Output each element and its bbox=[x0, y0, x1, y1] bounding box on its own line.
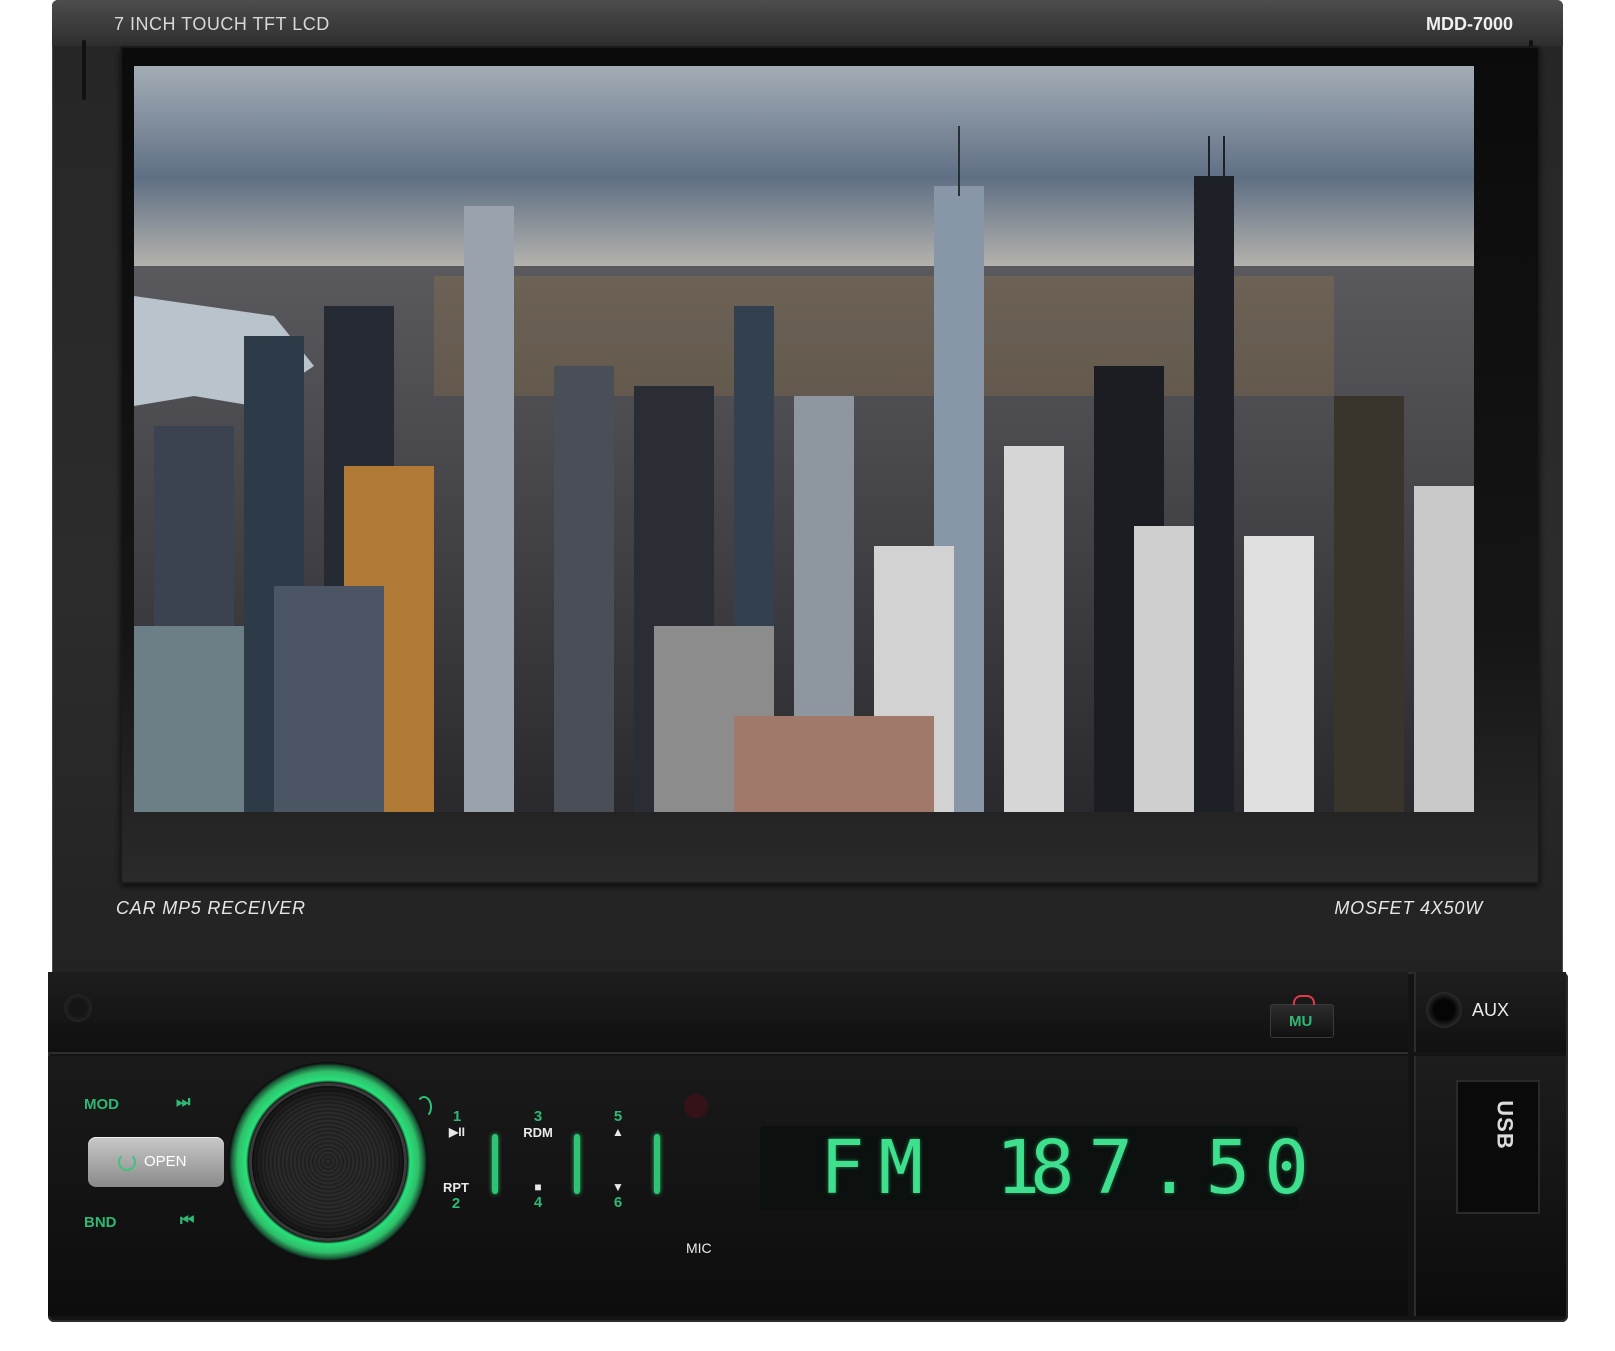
disc-slot-bar bbox=[48, 972, 1408, 1054]
usb-panel: USB bbox=[1414, 1056, 1566, 1316]
amplifier-label: MOSFET 4X50W bbox=[1334, 898, 1483, 918]
phone-answer-icon[interactable] bbox=[416, 1096, 432, 1118]
lcd-band: FM 1 bbox=[820, 1125, 1055, 1211]
screen-bezel bbox=[120, 46, 1540, 884]
usb-label: USB bbox=[1492, 1100, 1518, 1150]
preset-divider-2 bbox=[574, 1134, 580, 1194]
preset-4-number: 4 bbox=[533, 1194, 543, 1211]
band-button[interactable]: BND bbox=[84, 1214, 117, 1231]
ir-sensor bbox=[684, 1094, 708, 1118]
power-icon bbox=[118, 1153, 136, 1171]
lcd-panel: FM 1 87.50 bbox=[760, 1125, 1309, 1211]
lcd-frequency: 87.50 bbox=[1030, 1125, 1323, 1211]
open-label: OPEN bbox=[144, 1153, 187, 1170]
preset-3-button[interactable]: 3 RDM bbox=[516, 1108, 560, 1140]
aux-label: AUX bbox=[1472, 1000, 1510, 1020]
preset-3-number: 3 bbox=[533, 1108, 543, 1125]
preset-1-button[interactable]: 1 ▶II bbox=[440, 1108, 474, 1139]
play-pause-icon: ▶II bbox=[449, 1125, 465, 1139]
preset-5-button[interactable]: 5 ▲ bbox=[604, 1108, 632, 1139]
model-label: MDD-7000 bbox=[1425, 14, 1513, 34]
touchscreen-display[interactable] bbox=[134, 66, 1474, 812]
reset-hole[interactable] bbox=[64, 994, 92, 1022]
top-strip: 7 INCH TOUCH TFT LCD MDD-7000 bbox=[52, 0, 1563, 46]
mute-label: MU bbox=[1289, 1013, 1313, 1030]
preset-5-number: 5 bbox=[613, 1108, 623, 1125]
repeat-label: RPT bbox=[443, 1180, 469, 1195]
aux-jack[interactable] bbox=[1426, 992, 1462, 1028]
mute-button[interactable]: MU bbox=[1270, 995, 1334, 1038]
up-icon: ▲ bbox=[612, 1125, 624, 1139]
random-label: RDM bbox=[523, 1125, 553, 1140]
volume-knob[interactable] bbox=[252, 1086, 404, 1238]
next-track-icon[interactable]: ⏭ bbox=[176, 1094, 190, 1112]
preset-4-button[interactable]: ■ 4 bbox=[524, 1180, 552, 1211]
preset-2-number: 2 bbox=[451, 1195, 461, 1212]
preset-divider-3 bbox=[654, 1134, 660, 1194]
preset-2-button[interactable]: RPT 2 bbox=[436, 1180, 476, 1212]
mode-button[interactable]: MOD bbox=[84, 1096, 119, 1113]
down-icon: ▼ bbox=[612, 1180, 624, 1194]
previous-track-icon[interactable]: ⏮ bbox=[180, 1212, 194, 1230]
receiver-type-label: CAR MP5 RECEIVER bbox=[116, 898, 306, 918]
preset-6-button[interactable]: ▼ 6 bbox=[604, 1180, 632, 1211]
phone-hangup-icon bbox=[1293, 995, 1315, 1005]
city-skyline-image bbox=[134, 66, 1474, 812]
hinge-left bbox=[82, 40, 86, 100]
open-button[interactable]: OPEN bbox=[88, 1137, 224, 1187]
mic-label: MIC bbox=[686, 1240, 712, 1256]
preset-1-number: 1 bbox=[452, 1108, 462, 1125]
screen-housing: 7 INCH TOUCH TFT LCD MDD-7000 CAR MP5 RE… bbox=[52, 0, 1563, 990]
preset-6-number: 6 bbox=[613, 1194, 623, 1211]
preset-divider-1 bbox=[492, 1134, 498, 1194]
screen-size-label: 7 INCH TOUCH TFT LCD bbox=[114, 14, 330, 34]
usb-cover[interactable]: USB bbox=[1456, 1080, 1540, 1214]
stop-icon: ■ bbox=[534, 1180, 542, 1194]
